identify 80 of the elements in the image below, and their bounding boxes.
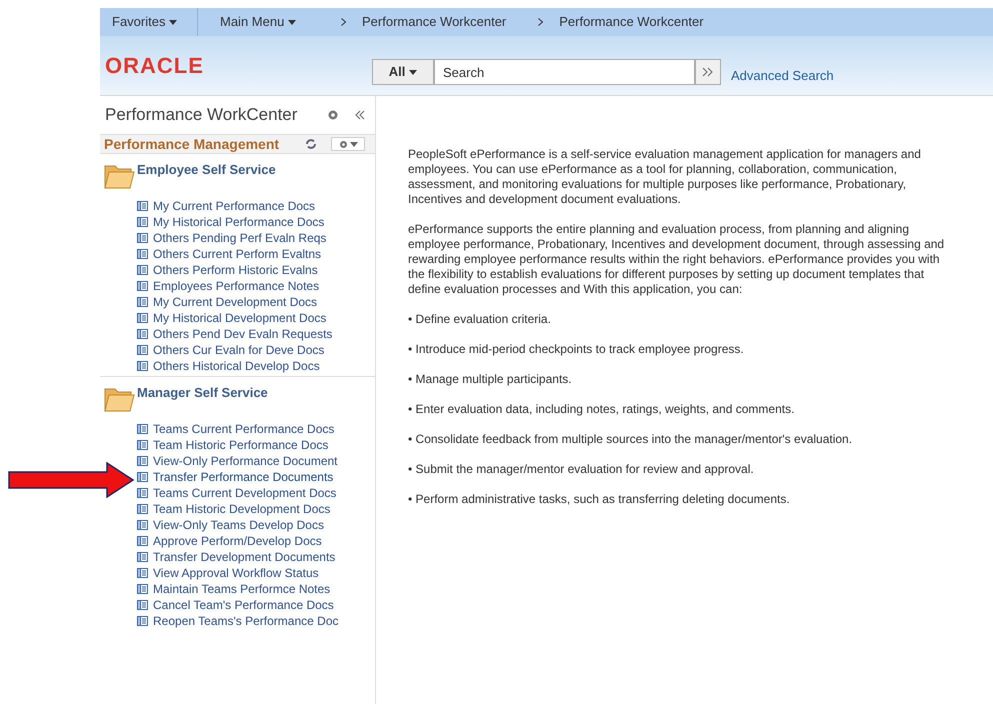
- refresh-icon[interactable]: [305, 138, 317, 150]
- document-list-icon: [137, 552, 148, 562]
- document-list-icon: [137, 472, 148, 482]
- caret-icon: [409, 70, 418, 74]
- navigation-link[interactable]: Maintain Teams Performce Notes: [137, 581, 375, 597]
- document-list-icon: [137, 281, 148, 291]
- document-list-icon: [137, 520, 148, 530]
- navigation-link[interactable]: Employees Performance Notes: [137, 278, 375, 294]
- navigation-link[interactable]: View Approval Workflow Status: [137, 565, 375, 581]
- document-list-icon: [137, 488, 148, 498]
- document-list-icon: [137, 329, 148, 339]
- navigation-link[interactable]: Reopen Teams's Performance Doc: [137, 613, 375, 629]
- document-list-icon: [137, 536, 148, 546]
- document-list-icon: [137, 233, 148, 243]
- document-list-icon: [137, 616, 148, 626]
- navigation-link[interactable]: Teams Current Performance Docs: [137, 421, 375, 437]
- description-paragraph: PeopleSoft ePerformance is a self-service evaluation management application for managers and employees. You can use ePerformance as a tool for planning, collaboration, communication, assessment, and monitoring evaluations for multiple purposes like performance, Probationary, Incentives and development document evaluations.: [408, 147, 922, 207]
- settings-icon[interactable]: [327, 109, 339, 121]
- menu-button[interactable]: Main Menu: [208, 8, 333, 36]
- logo: ORACLE: [105, 52, 205, 80]
- document-list-icon: [137, 584, 148, 594]
- section-heading: Employee Self Service: [137, 161, 276, 179]
- feature-bullet: • Enter evaluation data, including notes, ratings, weights, and comments.: [408, 402, 796, 417]
- navigation-link[interactable]: Cancel Team's Performance Docs: [137, 597, 375, 613]
- document-list-icon: [137, 297, 148, 307]
- document-list-icon: [137, 456, 148, 466]
- document-list-icon: [137, 424, 148, 434]
- document-list-icon: [137, 504, 148, 514]
- navigation-link[interactable]: View-Only Performance Document: [137, 453, 375, 469]
- feature-bullet: • Submit the manager/mentor evaluation for review and approval.: [408, 462, 755, 477]
- chevron-right-icon: [538, 18, 544, 26]
- caret-icon: [350, 142, 358, 146]
- document-list-icon: [137, 265, 148, 275]
- chevron-right-icon: [341, 18, 346, 26]
- caret-icon: [288, 20, 296, 24]
- navigation-link[interactable]: Others Pend Dev Evaln Requests: [137, 326, 375, 342]
- double-chevron-icon: [702, 67, 714, 77]
- breadcrumb-link[interactable]: Performance Workcenter: [559, 12, 704, 32]
- document-list-icon: [137, 313, 148, 323]
- navigation-link[interactable]: Team Historic Development Docs: [137, 501, 375, 517]
- document-list-icon: [137, 217, 148, 227]
- caret-icon: [169, 20, 178, 24]
- navigation-link[interactable]: My Current Development Docs: [137, 294, 375, 310]
- document-list-icon: [137, 361, 148, 371]
- feature-bullet: • Define evaluation criteria.: [408, 312, 552, 327]
- feature-bullet: • Manage multiple participants.: [408, 372, 573, 387]
- document-list-icon: [137, 600, 148, 610]
- navigation-link[interactable]: My Current Performance Docs: [137, 198, 375, 214]
- document-list-icon: [137, 201, 148, 211]
- navigation-link[interactable]: Others Pending Perf Evaln Reqs: [137, 230, 375, 246]
- navigation-link[interactable]: Others Historical Develop Docs: [137, 358, 375, 374]
- navigation-link[interactable]: My Historical Performance Docs: [137, 214, 375, 230]
- search-scope-dropdown[interactable]: All: [372, 59, 434, 85]
- advanced-search-link[interactable]: Advanced Search: [731, 66, 834, 86]
- navigation-link[interactable]: Teams Current Development Docs: [137, 485, 375, 501]
- document-list-icon: [137, 568, 148, 578]
- feature-bullet: • Introduce mid-period checkpoints to track employee progress.: [408, 342, 745, 357]
- document-list-icon: [137, 249, 148, 259]
- navigation-link[interactable]: Approve Perform/Develop Docs: [137, 533, 375, 549]
- feature-bullet: • Consolidate feedback from multiple sources into the manager/mentor's evaluation.: [408, 432, 854, 447]
- search-field[interactable]: Search: [434, 59, 695, 85]
- breadcrumb-link[interactable]: Performance Workcenter: [362, 12, 506, 32]
- document-list-icon: [137, 440, 148, 450]
- navigation-link[interactable]: Others Perform Historic Evalns: [137, 262, 375, 278]
- navigation-link[interactable]: My Historical Development Docs: [137, 310, 375, 326]
- navigation-link[interactable]: Others Cur Evaln for Deve Docs: [137, 342, 375, 358]
- navigation-link[interactable]: Others Current Perform Evaltns: [137, 246, 375, 262]
- sidebar-title: Performance WorkCenter: [105, 104, 298, 126]
- document-list-icon: [137, 345, 148, 355]
- navigation-link[interactable]: View-Only Teams Develop Docs: [137, 517, 375, 533]
- navigation-link[interactable]: Team Historic Performance Docs: [137, 437, 375, 453]
- feature-bullet: • Perform administrative tasks, such as transferring deleting documents.: [408, 492, 791, 507]
- description-paragraph: ePerformance supports the entire planning and evaluation process, from planning and aligning employee performance, Probationary, Incentives and development document, through assessing and rewarding employee performance results within the right behaviors. ePerformance provides you with the flexibility to establish evaluations for different purposes by setting up document templates that define evaluation processes and With this application, you can:: [408, 222, 946, 297]
- pagelet-title: Performance Management: [104, 134, 280, 154]
- section-heading: Manager Self Service: [137, 384, 268, 402]
- navigation-link[interactable]: Transfer Performance Documents: [137, 469, 375, 485]
- collapse-icon[interactable]: [355, 110, 365, 120]
- search-button[interactable]: [695, 59, 721, 85]
- options-dropdown[interactable]: [331, 137, 365, 151]
- navigation-link[interactable]: Transfer Development Documents: [137, 549, 375, 565]
